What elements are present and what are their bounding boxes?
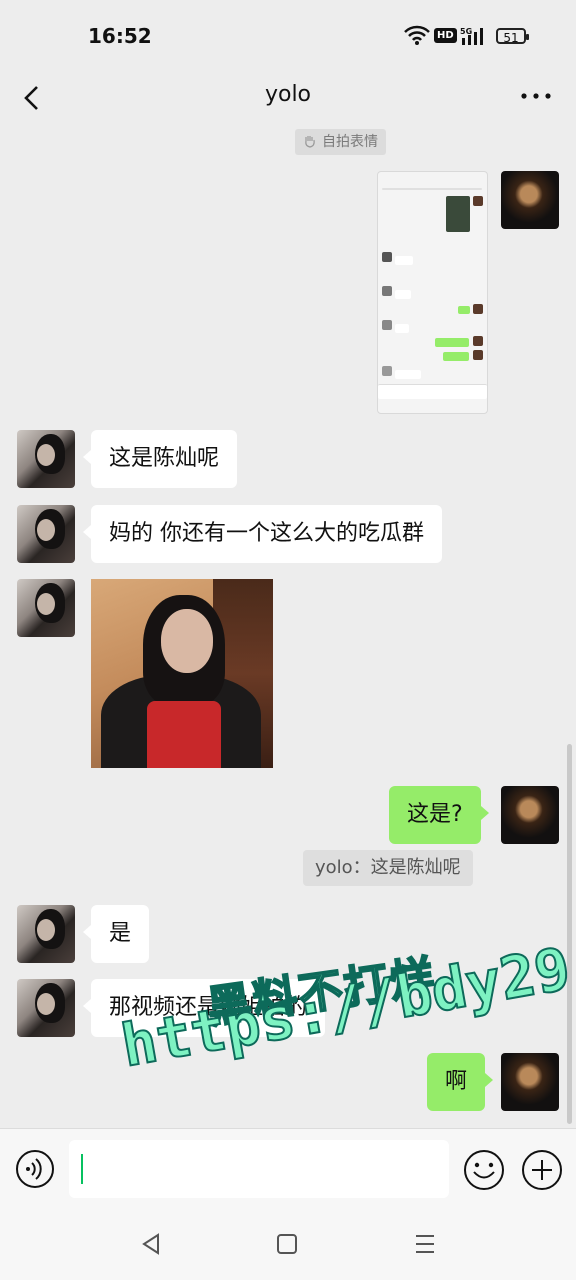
screenshot-image-message[interactable]: [377, 171, 488, 414]
avatar-self[interactable]: [501, 171, 559, 229]
avatar-yolo[interactable]: [17, 979, 75, 1037]
chat-title: yolo: [264, 82, 312, 107]
selfie-sticker-tag[interactable]: 自拍表情: [295, 129, 386, 155]
avatar-yolo[interactable]: [17, 905, 75, 963]
hand-icon: [305, 136, 315, 148]
avatar-self[interactable]: [501, 786, 559, 844]
nav-back-icon[interactable]: [140, 1232, 162, 1256]
message-input[interactable]: [69, 1140, 449, 1198]
avatar-yolo[interactable]: [17, 505, 75, 563]
nav-menu-icon[interactable]: [414, 1232, 436, 1256]
text-caret: [81, 1154, 83, 1184]
signal-icon: 5G: [460, 27, 483, 45]
message-bubble[interactable]: 妈的 你还有一个这么大的吃瓜群: [83, 505, 442, 563]
tag-label: 自拍表情: [322, 134, 378, 150]
status-bar: 16:52 HD 5G 51: [0, 0, 576, 70]
message-bubble-self[interactable]: 这是?: [389, 786, 489, 844]
sticker-image-message[interactable]: [91, 579, 273, 768]
message-bubble[interactable]: 这是陈灿呢: [82, 430, 238, 488]
network-label: 5G: [460, 27, 472, 36]
message-bubble-self[interactable]: 啊: [427, 1053, 494, 1111]
system-nav-bar: [0, 1212, 576, 1280]
more-icon[interactable]: [518, 84, 554, 108]
wifi-icon: [404, 25, 430, 45]
input-bar: [0, 1128, 576, 1213]
avatar-self[interactable]: [501, 1053, 559, 1111]
nav-home-icon[interactable]: [276, 1232, 298, 1256]
emoji-icon[interactable]: [463, 1149, 505, 1191]
voice-icon[interactable]: [15, 1149, 55, 1189]
chat-header: yolo: [0, 70, 576, 126]
avatar-yolo[interactable]: [17, 579, 75, 637]
battery-indicator: 51: [496, 28, 529, 45]
message-bubble[interactable]: 是: [82, 905, 150, 963]
quoted-message[interactable]: yolo：这是陈灿呢: [303, 850, 473, 886]
hd-badge: HD: [434, 28, 457, 43]
plus-icon[interactable]: [521, 1149, 563, 1191]
avatar-yolo[interactable]: [17, 430, 75, 488]
status-time: 16:52: [88, 24, 152, 48]
